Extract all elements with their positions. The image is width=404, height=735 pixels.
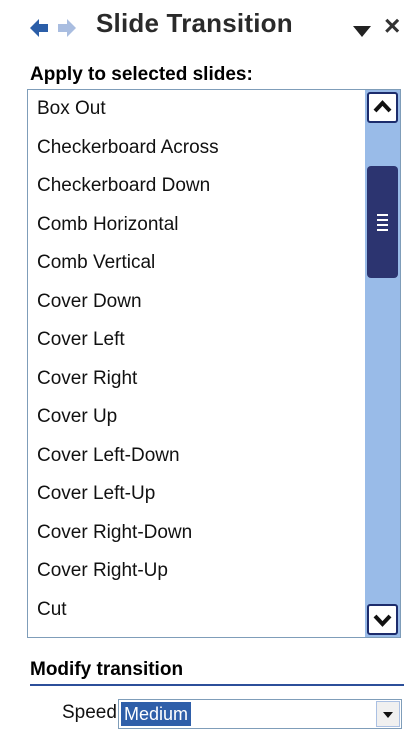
- list-item[interactable]: Cover Left-Down: [28, 437, 363, 476]
- list-item[interactable]: Checkerboard Down: [28, 167, 363, 206]
- list-scrollbar[interactable]: [365, 90, 400, 637]
- list-item[interactable]: Cover Right-Down: [28, 514, 363, 553]
- speed-label: Speed:: [62, 702, 123, 723]
- modify-transition-heading: Modify transition: [30, 659, 184, 680]
- list-item[interactable]: Cut: [28, 591, 363, 630]
- list-item[interactable]: Cover Left: [28, 321, 363, 360]
- chevron-down-icon: [373, 614, 392, 627]
- forward-arrow-icon[interactable]: [56, 17, 78, 39]
- speed-dropdown-button[interactable]: [376, 701, 400, 727]
- speed-select[interactable]: Medium: [118, 699, 402, 729]
- apply-label: Apply to selected slides:: [30, 64, 253, 85]
- list-item[interactable]: Cover Up: [28, 398, 363, 437]
- list-item[interactable]: Box Out: [28, 90, 363, 129]
- speed-selected-value: Medium: [121, 702, 192, 726]
- menu-dropdown-icon[interactable]: [352, 24, 372, 38]
- list-item[interactable]: Cover Right-Up: [28, 552, 363, 591]
- list-item[interactable]: Comb Horizontal: [28, 206, 363, 245]
- chevron-up-icon: [373, 100, 392, 113]
- list-item[interactable]: Comb Vertical: [28, 244, 363, 283]
- chevron-down-icon: [383, 712, 393, 718]
- section-divider: [30, 684, 404, 686]
- scroll-down-button[interactable]: [367, 604, 398, 635]
- list-item[interactable]: Cut Through Black: [28, 629, 363, 637]
- list-item[interactable]: Cover Left-Up: [28, 475, 363, 514]
- back-arrow-icon[interactable]: [28, 17, 50, 39]
- pane-title: Slide Transition: [96, 8, 293, 38]
- task-pane-header: Slide Transition ×: [0, 0, 404, 62]
- list-item[interactable]: Checkerboard Across: [28, 129, 363, 168]
- close-icon[interactable]: ×: [384, 12, 400, 40]
- scroll-up-button[interactable]: [367, 92, 398, 123]
- transition-list: Box Out Checkerboard Across Checkerboard…: [28, 90, 363, 637]
- grip-line: [377, 229, 388, 231]
- list-item[interactable]: Cover Down: [28, 283, 363, 322]
- transition-listbox[interactable]: Box Out Checkerboard Across Checkerboard…: [27, 89, 401, 638]
- list-item[interactable]: Cover Right: [28, 360, 363, 399]
- grip-line: [377, 219, 388, 221]
- grip-line: [377, 214, 388, 216]
- grip-line: [377, 224, 388, 226]
- scroll-thumb[interactable]: [367, 166, 398, 278]
